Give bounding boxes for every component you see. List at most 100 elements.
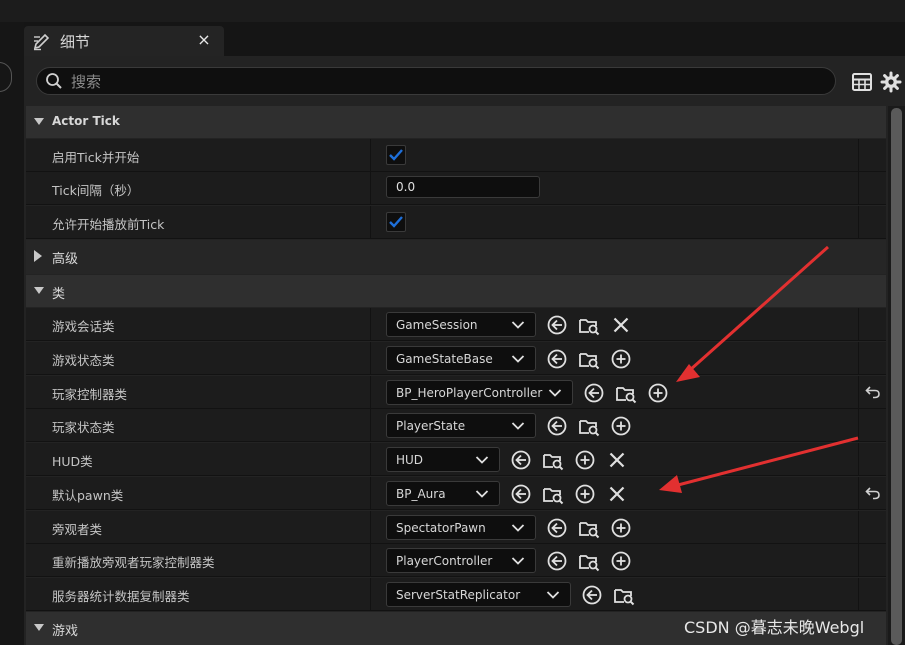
use-selected-icon[interactable] — [581, 584, 603, 606]
start-with-tick-checkbox[interactable] — [386, 145, 406, 165]
chevron-down-icon — [511, 321, 525, 329]
chevron-down-icon — [511, 355, 525, 363]
reset-to-default-icon[interactable] — [865, 385, 881, 399]
class-dropdown[interactable]: BP_Aura — [386, 481, 500, 506]
details-tab[interactable]: 细节 × — [24, 26, 224, 56]
browse-folder-icon[interactable] — [613, 584, 635, 606]
tick-interval-value: 0.0 — [396, 180, 416, 194]
checkmark-icon — [389, 216, 403, 228]
use-selected-icon[interactable] — [510, 449, 532, 471]
class-dropdown[interactable]: PlayerState — [386, 413, 536, 438]
row-start-with-tick: 启用Tick并开始 — [26, 139, 886, 172]
left-side-panel — [0, 22, 24, 645]
property-label: 玩家控制器类 — [52, 387, 128, 402]
browse-folder-icon[interactable] — [578, 348, 600, 370]
tick-interval-field[interactable]: 0.0 — [386, 176, 540, 198]
class-dropdown[interactable]: HUD — [386, 447, 500, 472]
property-label: 允许开始播放前Tick — [52, 217, 165, 232]
search-bar[interactable] — [36, 67, 836, 95]
class-dropdown[interactable]: GameStateBase — [386, 346, 536, 371]
add-icon[interactable] — [574, 483, 596, 505]
reset-column — [858, 477, 887, 510]
clear-icon[interactable] — [606, 449, 628, 471]
use-selected-icon[interactable] — [546, 314, 568, 336]
class-row: 玩家状态类 PlayerState — [26, 409, 886, 442]
property-label: Tick间隔（秒） — [52, 183, 140, 198]
browse-folder-icon[interactable] — [578, 517, 600, 539]
reset-column — [858, 206, 887, 239]
caret-down-icon — [34, 624, 44, 631]
class-row: 游戏状态类 GameStateBase — [26, 342, 886, 375]
checkmark-icon — [389, 149, 403, 161]
value-column — [370, 206, 859, 239]
class-dropdown[interactable]: ServerStatReplicator — [386, 582, 571, 607]
class-row: 默认pawn类 BP_Aura — [26, 477, 886, 510]
browse-folder-icon[interactable] — [578, 415, 600, 437]
section-advanced[interactable]: 高级 — [26, 240, 886, 274]
browse-folder-icon[interactable] — [542, 483, 564, 505]
section-classes[interactable]: 类 — [26, 275, 886, 307]
browse-folder-icon[interactable] — [578, 314, 600, 336]
tab-title: 细节 — [60, 33, 91, 51]
gear-icon[interactable] — [880, 71, 902, 93]
scrollbar-thumb[interactable] — [891, 108, 902, 645]
browse-folder-icon[interactable] — [542, 449, 564, 471]
browse-folder-icon[interactable] — [578, 550, 600, 572]
use-selected-icon[interactable] — [510, 483, 532, 505]
class-dropdown[interactable]: PlayerController — [386, 548, 536, 573]
caret-down-icon — [34, 118, 44, 125]
chevron-down-icon — [511, 524, 525, 532]
dropdown-value: BP_Aura — [396, 487, 446, 501]
reset-column — [858, 172, 887, 205]
value-column — [370, 139, 859, 172]
dropdown-value: GameSession — [396, 318, 478, 332]
section-actor-tick[interactable]: Actor Tick — [26, 106, 886, 138]
reset-to-default-icon[interactable] — [865, 486, 881, 500]
section-label: Actor Tick — [52, 114, 120, 128]
add-icon[interactable] — [610, 517, 632, 539]
chevron-down-icon — [546, 591, 560, 599]
search-icon — [46, 73, 62, 89]
dropdown-value: ServerStatReplicator — [396, 588, 521, 602]
class-row: 重新播放旁观者玩家控制器类 PlayerController — [26, 544, 886, 577]
add-icon[interactable] — [610, 415, 632, 437]
property-label: 游戏状态类 — [52, 353, 115, 368]
reset-column — [858, 342, 887, 375]
window-top-strip — [0, 0, 905, 22]
close-icon[interactable]: × — [194, 29, 214, 51]
clear-icon[interactable] — [610, 314, 632, 336]
reset-column — [858, 308, 887, 341]
reset-column — [858, 511, 887, 544]
add-icon[interactable] — [574, 449, 596, 471]
property-matrix-icon[interactable] — [851, 71, 873, 93]
reset-column — [858, 443, 887, 476]
class-dropdown[interactable]: SpectatorPawn — [386, 515, 536, 540]
search-input[interactable] — [69, 70, 813, 94]
use-selected-icon[interactable] — [546, 550, 568, 572]
reset-column — [858, 376, 887, 409]
use-selected-icon[interactable] — [546, 348, 568, 370]
section-label: 高级 — [52, 252, 79, 267]
chevron-down-icon — [511, 422, 525, 430]
chevron-down-icon — [511, 557, 525, 565]
edit-pencil-icon — [33, 33, 50, 51]
dropdown-value: HUD — [396, 453, 424, 467]
use-selected-icon[interactable] — [583, 382, 605, 404]
class-row: 游戏会话类 GameSession — [26, 308, 886, 341]
add-icon[interactable] — [647, 382, 669, 404]
add-icon[interactable] — [610, 550, 632, 572]
browse-folder-icon[interactable] — [615, 382, 637, 404]
row-tick-before-begin: 允许开始播放前Tick — [26, 206, 886, 239]
use-selected-icon[interactable] — [546, 517, 568, 539]
chevron-down-icon — [475, 490, 489, 498]
clear-icon[interactable] — [606, 483, 628, 505]
add-icon[interactable] — [610, 348, 632, 370]
use-selected-icon[interactable] — [546, 415, 568, 437]
class-dropdown[interactable]: BP_HeroPlayerController — [386, 380, 573, 405]
class-dropdown[interactable]: GameSession — [386, 312, 536, 337]
reset-column — [858, 578, 887, 611]
reset-column — [858, 544, 887, 577]
class-row: HUD类 HUD — [26, 443, 886, 476]
side-panel-button[interactable] — [0, 62, 12, 92]
tick-before-begin-checkbox[interactable] — [386, 212, 406, 232]
